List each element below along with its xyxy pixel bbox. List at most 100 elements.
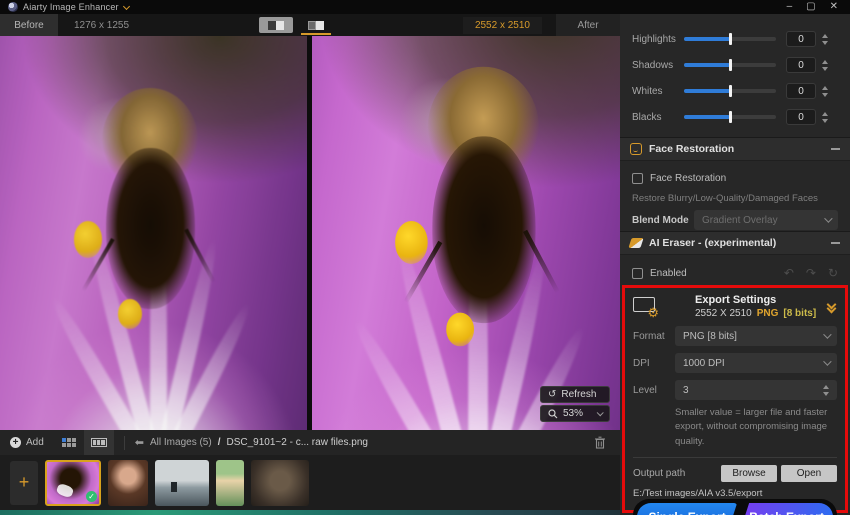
before-tab[interactable]: Before <box>0 14 58 36</box>
whites-slider[interactable] <box>684 85 776 97</box>
shadows-stepper[interactable] <box>822 59 828 71</box>
magnifier-icon <box>548 408 558 418</box>
zoom-chevron-icon <box>596 409 604 417</box>
collapse-icon[interactable] <box>831 148 840 150</box>
face-restoration-header[interactable]: Face Restoration <box>620 137 850 161</box>
grid-view-button[interactable] <box>54 430 84 455</box>
shadows-slider[interactable] <box>684 59 776 71</box>
eraser-enabled-label: Enabled <box>650 267 687 279</box>
undo-icon[interactable]: ↶ <box>784 266 794 280</box>
plus-icon: + <box>10 437 21 448</box>
filmstrip-view-button[interactable] <box>83 430 114 455</box>
open-button[interactable]: Open <box>781 464 837 482</box>
bee-subject <box>384 63 576 348</box>
expand-double-chevron-icon[interactable] <box>826 299 837 314</box>
format-select[interactable]: PNG [8 bits] <box>675 326 837 346</box>
close-button[interactable]: ✕ <box>830 2 838 12</box>
export-settings-header[interactable]: ⚙ Export Settings 2552 X 2510 PNG [8 bit… <box>633 294 837 319</box>
before-image-pane[interactable] <box>0 36 307 430</box>
zoom-level-control[interactable]: 53% <box>540 405 610 422</box>
add-label: Add <box>26 437 44 448</box>
format-value: PNG [8 bits] <box>683 330 737 342</box>
after-tab[interactable]: After <box>556 14 620 36</box>
thumbnail-harbor-scene[interactable] <box>155 459 209 506</box>
level-input[interactable]: 3 <box>675 380 837 400</box>
breadcrumb-all-images[interactable]: All Images (5) <box>150 437 212 448</box>
blacks-slider[interactable] <box>684 111 776 123</box>
maximize-button[interactable]: ▢ <box>806 2 815 12</box>
highlights-stepper[interactable] <box>822 33 828 45</box>
blacks-label: Blacks <box>632 111 662 123</box>
level-help-text: Smaller value = larger file and faster e… <box>675 407 828 447</box>
eraser-enabled-checkbox[interactable] <box>632 267 643 279</box>
eraser-history-controls: ↶ ↷ ↻ <box>784 266 838 280</box>
thumbnail-bee-flower[interactable]: ✓ <box>45 459 101 506</box>
level-label: Level <box>633 384 657 396</box>
blacks-slider-row: Blacks 0 <box>632 104 840 130</box>
thumbnail-portrait-woman[interactable] <box>108 459 148 506</box>
dpi-select[interactable]: 1000 DPI <box>675 353 837 373</box>
blend-mode-select[interactable]: Gradient Overlay <box>694 210 838 230</box>
blacks-value[interactable]: 0 <box>786 109 816 125</box>
thumbnail-strip: + ✓ <box>0 455 620 510</box>
highlights-label: Highlights <box>632 33 676 45</box>
app-window: Aiarty Image Enhancer – ▢ ✕ Before 1276 … <box>0 0 850 515</box>
back-arrow-icon[interactable]: ⬅ <box>135 436 144 449</box>
trash-icon <box>595 436 605 449</box>
reset-icon[interactable]: ↻ <box>828 266 838 280</box>
level-stepper[interactable] <box>823 384 829 396</box>
ai-eraser-header[interactable]: AI Eraser - (experimental) <box>620 231 850 255</box>
ai-eraser-icon <box>628 238 644 248</box>
redo-icon[interactable]: ↷ <box>806 266 816 280</box>
add-button[interactable]: + Add <box>0 437 54 448</box>
after-image-pane[interactable] <box>312 36 620 430</box>
refresh-button[interactable]: ↺ Refresh <box>540 386 610 403</box>
export-settings-icon: ⚙ <box>633 296 659 319</box>
browse-button[interactable]: Browse <box>721 464 777 482</box>
eraser-enabled-row[interactable]: Enabled <box>632 263 687 283</box>
face-restoration-icon <box>630 143 642 155</box>
export-buttons: Single Export Batch Export <box>633 498 837 515</box>
minimize-button[interactable]: – <box>787 2 793 12</box>
side-by-side-view-button[interactable] <box>299 17 333 35</box>
chevron-down-icon <box>823 357 832 366</box>
blend-mode-label: Blend Mode <box>632 214 689 226</box>
app-title: Aiarty Image Enhancer <box>23 2 119 12</box>
tone-sliders-section: Highlights 0 Shadows 0 Whites 0 Blacks 0 <box>620 14 850 137</box>
ai-eraser-body: Enabled ↶ ↷ ↻ <box>620 255 850 285</box>
after-image <box>312 36 620 430</box>
dpi-value: 1000 DPI <box>683 357 725 369</box>
delete-button[interactable] <box>594 436 606 449</box>
view-mode-toggles <box>259 17 333 35</box>
split-view-button[interactable] <box>259 17 293 33</box>
breadcrumb-current-file: DSC_9101~2 - c... raw files.png <box>226 437 368 448</box>
refresh-label: Refresh <box>561 389 597 400</box>
face-restoration-checkbox-row[interactable]: Face Restoration <box>632 168 838 188</box>
face-restoration-checkbox[interactable] <box>632 172 643 184</box>
viewer-overlay-controls: ↺ Refresh 53% <box>540 386 610 422</box>
face-restoration-checkbox-label: Face Restoration <box>650 172 727 184</box>
add-image-tile[interactable]: + <box>10 460 38 505</box>
export-dimensions: 2552 X 2510 <box>695 308 752 319</box>
thumbnail-girl-outdoor[interactable] <box>216 459 244 506</box>
filmstrip-view-icon <box>90 438 107 447</box>
batch-export-button[interactable]: Batch Export <box>740 502 833 515</box>
title-dropdown-chevron-icon[interactable] <box>124 4 130 10</box>
blacks-stepper[interactable] <box>822 111 828 123</box>
breadcrumb: ⬅ All Images (5) / DSC_9101~2 - c... raw… <box>135 436 368 449</box>
highlights-value[interactable]: 0 <box>786 31 816 47</box>
thumbnail-group-photo[interactable] <box>251 459 309 506</box>
whites-slider-row: Whites 0 <box>632 78 840 104</box>
highlights-slider[interactable] <box>684 33 776 45</box>
whites-stepper[interactable] <box>822 85 828 97</box>
export-settings-title: Export Settings <box>695 294 777 306</box>
level-value: 3 <box>683 384 689 396</box>
window-controls: – ▢ ✕ <box>787 2 844 12</box>
shadows-value[interactable]: 0 <box>786 57 816 73</box>
collapse-icon[interactable] <box>831 242 840 244</box>
image-compare-area: ↺ Refresh 53% <box>0 36 620 430</box>
single-export-button[interactable]: Single Export <box>637 503 737 515</box>
viewer-header: Before 1276 x 1255 2552 x 2510 After <box>0 14 620 36</box>
export-summary: 2552 X 2510 PNG [8 bits] <box>695 308 816 319</box>
whites-value[interactable]: 0 <box>786 83 816 99</box>
